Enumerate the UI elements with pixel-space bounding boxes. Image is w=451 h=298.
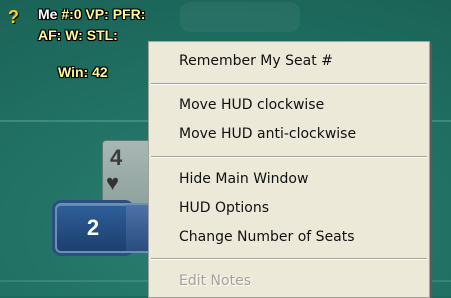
seat-number-badge[interactable]: 2	[55, 203, 131, 253]
hud-stats-line-1[interactable]: Me #:0 VP: PFR:	[38, 6, 145, 22]
heart-suit-icon: ♥	[106, 170, 120, 195]
hud-hands-count: #:0	[61, 6, 82, 22]
hud-steal: STL:	[86, 27, 118, 43]
hud-af: AF:	[38, 27, 62, 43]
hud-pfr: PFR:	[112, 6, 146, 22]
seat-badge-extension	[126, 203, 148, 253]
menu-separator	[151, 156, 427, 158]
table-watermark	[180, 2, 300, 32]
hud-player-name: Me	[38, 6, 58, 22]
hud-stats-line-2[interactable]: AF: W: STL:	[38, 27, 118, 43]
hud-stats-line-3[interactable]: Win: 42	[58, 64, 108, 80]
menu-separator	[151, 258, 427, 260]
menu-item-move-hud-clockwise[interactable]: Move HUD clockwise	[149, 94, 429, 116]
menu-item-hide-main-window[interactable]: Hide Main Window	[149, 168, 429, 190]
question-arrow-icon[interactable]: ?	[8, 8, 24, 26]
hud-vpip: VP:	[85, 6, 109, 22]
menu-item-change-number-of-seats[interactable]: Change Number of Seats	[149, 226, 429, 248]
menu-item-remember-seat[interactable]: Remember My Seat #	[149, 50, 429, 72]
seat-number: 2	[86, 215, 100, 240]
card-rank: 4	[110, 145, 123, 170]
hud-win: Win: 42	[58, 64, 108, 80]
menu-item-edit-notes: Edit Notes	[179, 273, 251, 289]
menu-separator	[151, 83, 427, 85]
hud-wtsd: W:	[65, 27, 83, 43]
hud-context-menu: Remember My Seat # Move HUD clockwise Mo…	[148, 41, 430, 298]
menu-item-hud-options[interactable]: HUD Options	[149, 197, 429, 219]
menu-item-move-hud-anticlockwise[interactable]: Move HUD anti-clockwise	[149, 123, 429, 145]
